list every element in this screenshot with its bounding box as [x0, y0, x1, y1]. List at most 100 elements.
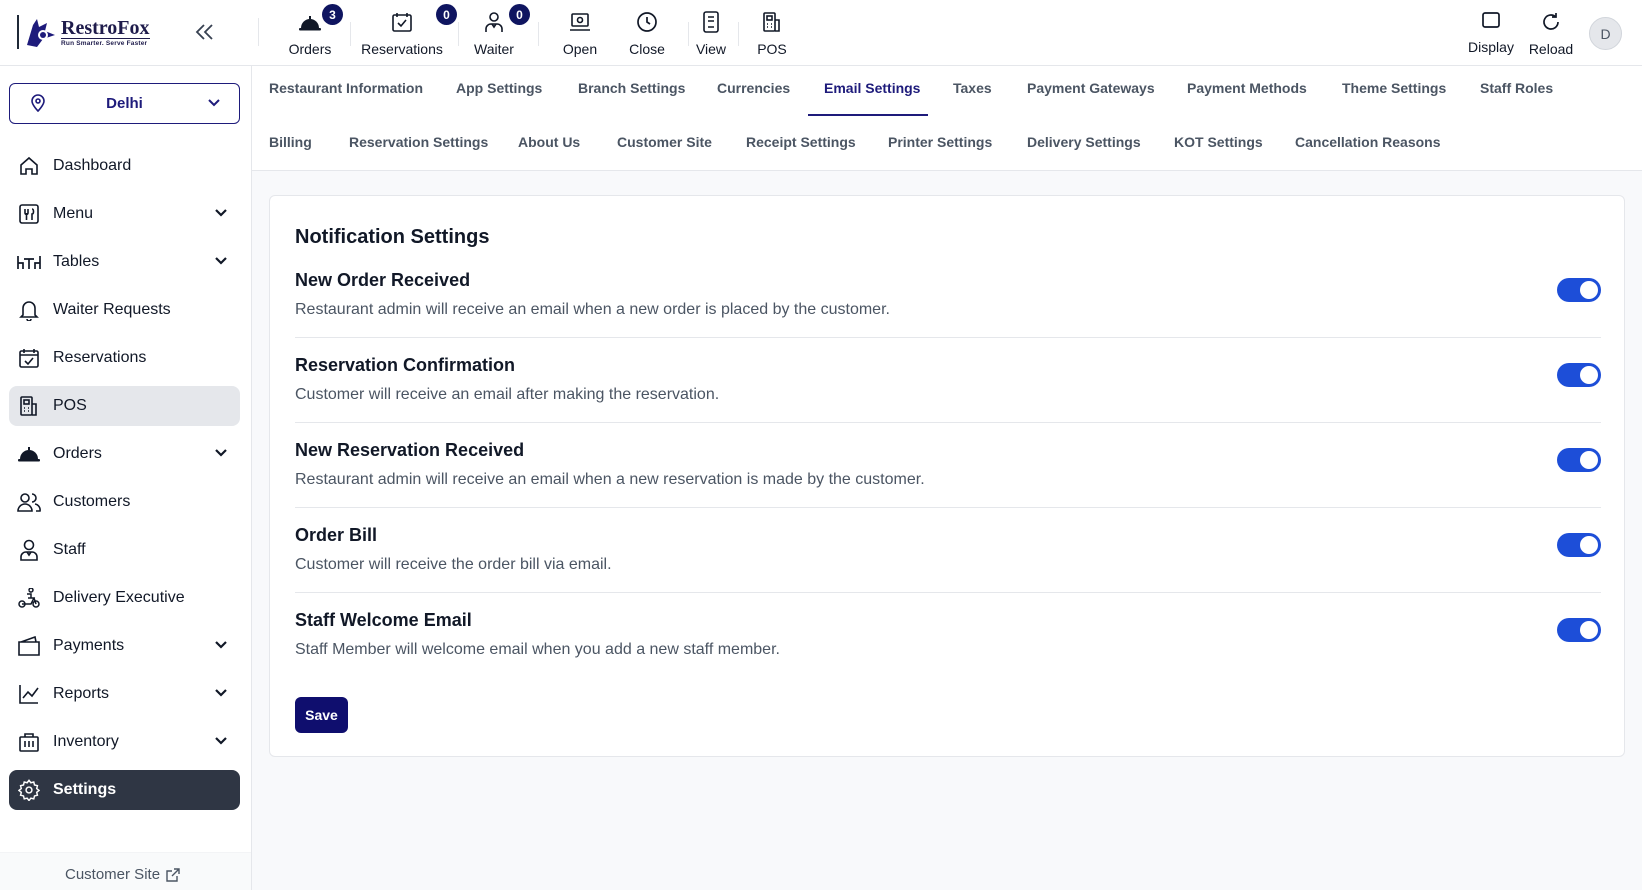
service-bell-icon — [18, 447, 40, 462]
setting-new-order-received: New Order Received Restaurant admin will… — [295, 270, 1601, 355]
sidebar-item-reports[interactable]: Reports — [9, 674, 240, 714]
menu-book-icon — [19, 204, 39, 224]
tab-email-settings[interactable]: Email Settings — [824, 80, 920, 96]
tab-theme-settings[interactable]: Theme Settings — [1342, 80, 1446, 96]
brand-name: RestroFox — [61, 16, 150, 39]
topbar-reservations-button[interactable]: Reservations 0 — [361, 4, 457, 58]
tab-receipt-settings[interactable]: Receipt Settings — [746, 134, 856, 150]
topbar-close-button[interactable]: Close — [627, 8, 667, 58]
table-icon — [17, 256, 41, 269]
square-icon — [1482, 12, 1500, 28]
bell-icon — [19, 301, 39, 321]
staff-icon — [20, 539, 38, 561]
home-icon — [20, 156, 38, 175]
chevron-down-icon — [215, 209, 227, 217]
sidebar-item-customers[interactable]: Customers — [9, 482, 240, 522]
reload-icon — [1543, 13, 1559, 30]
cash-register-icon — [570, 13, 590, 31]
top-bar: RestroFox Run Smarter. Serve Faster Orde… — [0, 0, 1642, 66]
clock-icon — [637, 12, 657, 32]
sidebar-item-menu[interactable]: Menu — [9, 194, 240, 234]
tab-payment-methods[interactable]: Payment Methods — [1187, 80, 1307, 96]
pos-terminal-icon — [763, 12, 780, 32]
topbar-view-button[interactable]: View — [695, 8, 727, 58]
new-reservation-toggle[interactable] — [1557, 448, 1601, 472]
chart-line-icon — [19, 685, 39, 704]
reservations-count-badge: 0 — [436, 4, 457, 25]
card-title: Notification Settings — [295, 226, 490, 248]
topbar-display-button[interactable]: Display — [1466, 6, 1516, 56]
save-button[interactable]: Save — [295, 697, 348, 733]
sidebar-item-staff[interactable]: Staff — [9, 530, 240, 570]
chevron-down-icon — [215, 689, 227, 697]
setting-staff-welcome-email: Staff Welcome Email Staff Member will we… — [295, 610, 1601, 695]
brand-tagline: Run Smarter. Serve Faster — [61, 37, 150, 47]
sidebar-item-tables[interactable]: Tables — [9, 242, 240, 282]
topbar-waiter-button[interactable]: Waiter 0 — [473, 4, 530, 58]
tab-billing[interactable]: Billing — [269, 134, 312, 150]
inventory-icon — [19, 733, 39, 752]
setting-order-bill: Order Bill Customer will receive the ord… — [295, 525, 1601, 610]
tab-kot-settings[interactable]: KOT Settings — [1174, 134, 1263, 150]
pos-terminal-icon — [20, 396, 37, 416]
tab-reservation-settings[interactable]: Reservation Settings — [349, 134, 488, 150]
chevron-down-icon — [215, 257, 227, 265]
fox-logo-icon — [27, 19, 55, 47]
tablet-icon — [703, 11, 719, 33]
scooter-icon — [18, 588, 40, 608]
user-avatar[interactable]: D — [1589, 17, 1622, 50]
sidebar-item-orders[interactable]: Orders — [9, 434, 240, 474]
setting-new-reservation-received: New Reservation Received Restaurant admi… — [295, 440, 1601, 525]
topbar-pos-button[interactable]: POS — [756, 8, 788, 58]
tab-taxes[interactable]: Taxes — [953, 80, 992, 96]
wallet-icon — [18, 636, 40, 656]
tab-customer-site[interactable]: Customer Site — [617, 134, 712, 150]
tab-restaurant-information[interactable]: Restaurant Information — [269, 80, 423, 96]
collapse-sidebar-icon[interactable] — [192, 20, 216, 44]
sidebar-item-payments[interactable]: Payments — [9, 626, 240, 666]
sidebar-item-pos[interactable]: POS — [9, 386, 240, 426]
gear-icon — [18, 779, 40, 801]
chevron-down-icon — [215, 641, 227, 649]
restrofox-logo[interactable]: RestroFox Run Smarter. Serve Faster — [17, 14, 167, 50]
order-bill-toggle[interactable] — [1557, 533, 1601, 557]
sidebar-item-inventory[interactable]: Inventory — [9, 722, 240, 762]
service-bell-icon — [299, 16, 321, 31]
customer-site-link[interactable]: Customer Site — [65, 866, 181, 883]
tab-payment-gateways[interactable]: Payment Gateways — [1027, 80, 1155, 96]
waiter-icon — [485, 12, 503, 32]
reservation-confirmation-toggle[interactable] — [1557, 363, 1601, 387]
calendar-check-icon — [392, 13, 412, 32]
sidebar-item-dashboard[interactable]: Dashboard — [9, 146, 240, 186]
tab-staff-roles[interactable]: Staff Roles — [1480, 80, 1553, 96]
tab-cancellation-reasons[interactable]: Cancellation Reasons — [1295, 134, 1441, 150]
branch-name: Delhi — [106, 95, 143, 112]
calendar-check-icon — [19, 349, 39, 368]
tab-delivery-settings[interactable]: Delivery Settings — [1027, 134, 1141, 150]
external-link-icon — [166, 867, 180, 882]
topbar-reload-button[interactable]: Reload — [1527, 8, 1575, 58]
sidebar-footer: Customer Site — [0, 852, 251, 890]
new-order-toggle[interactable] — [1557, 278, 1601, 302]
staff-welcome-toggle[interactable] — [1557, 618, 1601, 642]
sidebar-item-settings[interactable]: Settings — [9, 770, 240, 810]
orders-count-badge: 3 — [322, 4, 343, 25]
notification-settings-card: Notification Settings New Order Received… — [269, 195, 1625, 757]
topbar-orders-button[interactable]: Orders 3 — [286, 4, 343, 58]
sidebar-item-reservations[interactable]: Reservations — [9, 338, 240, 378]
active-tab-indicator — [808, 114, 928, 116]
chevron-down-icon — [215, 449, 227, 457]
users-icon — [17, 493, 41, 512]
chevron-down-icon — [208, 99, 220, 107]
sidebar-item-delivery-executive[interactable]: Delivery Executive — [9, 578, 240, 618]
sidebar: Delhi Dashboard Menu Tables Waiter Reque… — [0, 66, 252, 890]
sidebar-item-waiter-requests[interactable]: Waiter Requests — [9, 290, 240, 330]
topbar-open-button[interactable]: Open — [560, 8, 600, 58]
tab-printer-settings[interactable]: Printer Settings — [888, 134, 992, 150]
tab-app-settings[interactable]: App Settings — [456, 80, 542, 96]
branch-selector[interactable]: Delhi — [9, 83, 240, 124]
settings-tabs: Restaurant Information App Settings Bran… — [252, 66, 1642, 171]
tab-about-us[interactable]: About Us — [518, 134, 580, 150]
tab-branch-settings[interactable]: Branch Settings — [578, 80, 685, 96]
tab-currencies[interactable]: Currencies — [717, 80, 790, 96]
